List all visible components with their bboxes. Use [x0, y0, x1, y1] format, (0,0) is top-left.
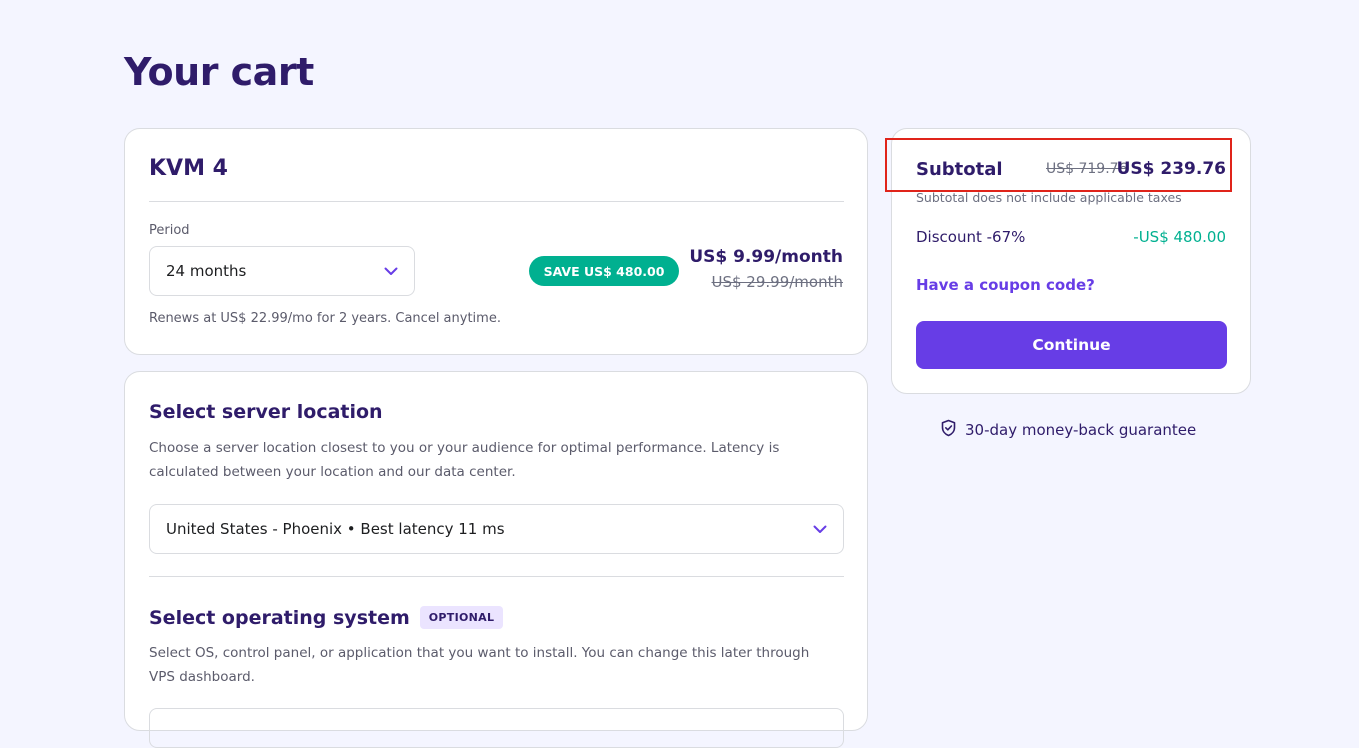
guarantee-text: 30-day money-back guarantee	[965, 421, 1197, 439]
money-back-guarantee: 30-day money-back guarantee	[940, 419, 1202, 441]
server-location-value: United States - Phoenix • Best latency 1…	[166, 520, 505, 538]
server-location-title: Select server location	[149, 401, 383, 423]
discount-label: Discount -67%	[916, 228, 1026, 246]
chevron-down-icon	[384, 264, 398, 278]
tax-note: Subtotal does not include applicable tax…	[916, 190, 1182, 205]
page-title: Your cart	[124, 50, 314, 94]
price-per-month: US$ 9.99/month	[689, 247, 843, 267]
os-section-header: Select operating system OPTIONAL	[149, 606, 504, 629]
renewal-note: Renews at US$ 22.99/mo for 2 years. Canc…	[149, 311, 501, 326]
os-title: Select operating system	[149, 606, 410, 629]
optional-badge: OPTIONAL	[419, 606, 504, 629]
order-summary-card: Subtotal US$ 719.76 US$ 239.76 Subtotal …	[885, 128, 1251, 394]
os-description: Select OS, control panel, or application…	[149, 645, 810, 685]
shield-check-icon	[940, 419, 957, 441]
period-select-value: 24 months	[166, 262, 247, 280]
subtotal-price: US$ 239.76	[1116, 159, 1226, 179]
coupon-code-link[interactable]: Have a coupon code?	[916, 276, 1095, 294]
product-divider	[149, 201, 844, 202]
period-label: Period	[149, 223, 190, 238]
period-select[interactable]: 24 months	[149, 246, 415, 296]
os-select[interactable]	[149, 708, 844, 748]
server-config-card: Select server location Choose a server l…	[124, 371, 868, 748]
product-card: KVM 4 Period 24 months SAVE US$ 480.00 U…	[124, 128, 868, 355]
chevron-down-icon	[813, 522, 827, 536]
continue-button[interactable]: Continue	[916, 321, 1227, 369]
save-badge: SAVE US$ 480.00	[529, 256, 679, 286]
product-name: KVM 4	[149, 156, 228, 181]
server-location-select[interactable]: United States - Phoenix • Best latency 1…	[149, 504, 844, 554]
subtotal-original-price: US$ 719.76	[1046, 161, 1128, 177]
section-divider	[149, 576, 844, 577]
subtotal-label: Subtotal	[916, 159, 1003, 180]
discount-value: -US$ 480.00	[1133, 228, 1226, 246]
server-location-description: Choose a server location closest to you …	[149, 440, 780, 480]
original-price-per-month: US$ 29.99/month	[711, 273, 844, 291]
